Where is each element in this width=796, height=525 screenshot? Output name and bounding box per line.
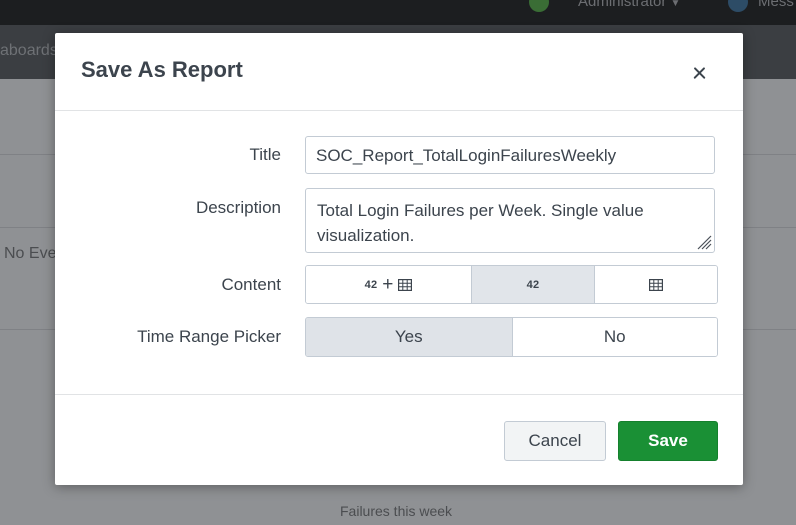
plus-icon: + xyxy=(382,274,394,295)
time-range-yes-option[interactable]: Yes xyxy=(306,318,512,356)
title-label: Title xyxy=(249,145,282,164)
time-range-no-option[interactable]: No xyxy=(511,318,717,356)
content-option-table[interactable] xyxy=(594,266,717,303)
cancel-button[interactable]: Cancel xyxy=(504,421,606,461)
admin-menu-label: Administrator xyxy=(578,0,667,10)
time-range-yes-label: Yes xyxy=(394,327,423,346)
dialog-header: Save As Report xyxy=(55,33,743,111)
content-option-visualization-and-table[interactable]: 42 + xyxy=(306,266,471,303)
content-option-visualization[interactable]: 42 xyxy=(471,266,594,303)
dialog-footer: Cancel Save xyxy=(55,394,743,486)
resize-grip-icon[interactable] xyxy=(696,234,712,250)
save-button[interactable]: Save xyxy=(618,421,718,461)
single-value-icon: 42 xyxy=(364,278,378,291)
chevron-down-icon: ▼ xyxy=(670,0,681,9)
table-icon xyxy=(649,278,663,291)
messages-menu[interactable]: Mess xyxy=(758,0,794,10)
app-topbar: Administrator ▼ Mess xyxy=(0,0,796,25)
content-label: Content xyxy=(221,275,281,294)
nav-dashboards[interactable]: aboards xyxy=(0,42,58,60)
title-input-value: SOC_Report_TotalLoginFailuresWeekly xyxy=(316,146,617,165)
time-range-picker-label: Time Range Picker xyxy=(137,327,281,346)
table-icon xyxy=(398,278,413,291)
description-label: Description xyxy=(195,198,281,217)
title-input[interactable]: SOC_Report_TotalLoginFailuresWeekly xyxy=(305,136,715,174)
panel-caption: Failures this week xyxy=(340,503,453,519)
time-range-no-label: No xyxy=(603,327,626,346)
no-events-text: No Eve xyxy=(4,245,57,262)
content-toggle-group: 42 + 42 xyxy=(305,265,718,304)
cancel-button-label: Cancel xyxy=(528,431,582,450)
save-as-report-dialog: Save As Report Title SOC_Report_TotalLog… xyxy=(55,33,743,485)
description-textarea-value: Total Login Failures per Week. Single va… xyxy=(317,201,644,245)
messages-menu-label: Mess xyxy=(758,0,794,10)
save-button-label: Save xyxy=(648,431,688,450)
info-icon xyxy=(728,0,748,12)
status-check-icon xyxy=(529,0,549,12)
close-icon[interactable] xyxy=(687,61,711,85)
dialog-title: Save As Report xyxy=(81,57,243,82)
description-textarea[interactable]: Total Login Failures per Week. Single va… xyxy=(305,188,715,253)
time-range-picker-toggle-group: Yes No xyxy=(305,317,718,357)
admin-menu[interactable]: Administrator ▼ xyxy=(578,0,680,10)
single-value-icon: 42 xyxy=(526,278,540,291)
